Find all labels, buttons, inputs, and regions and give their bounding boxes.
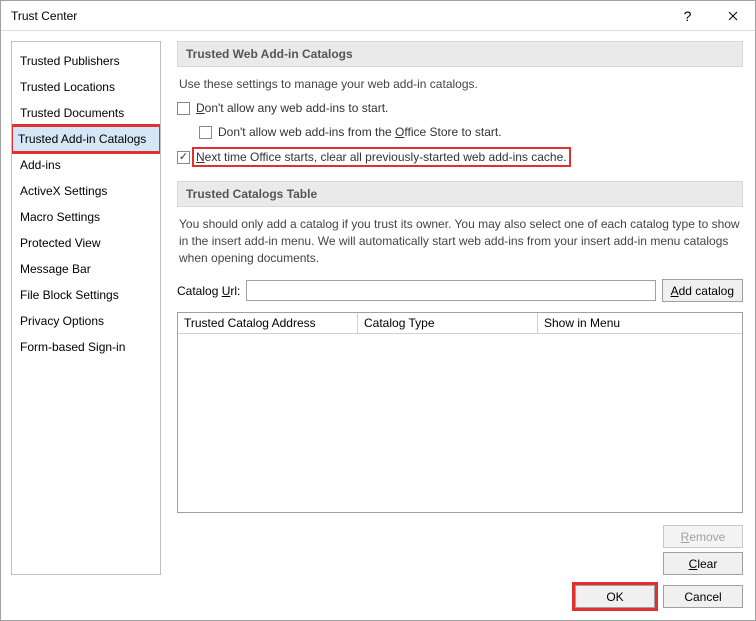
table-side-buttons: Remove Clear xyxy=(177,525,743,575)
help-button[interactable]: ? xyxy=(665,1,710,31)
close-button[interactable] xyxy=(710,1,755,31)
catalog-table: Trusted Catalog Address Catalog Type Sho… xyxy=(177,312,743,513)
catalog-url-input[interactable] xyxy=(246,280,655,301)
checkbox-dont-allow[interactable] xyxy=(177,102,190,115)
sidebar-item-form-based-sign-in[interactable]: Form-based Sign-in xyxy=(12,334,160,360)
checkbox-clear-cache[interactable] xyxy=(177,151,190,164)
section-description: Use these settings to manage your web ad… xyxy=(177,73,743,93)
add-catalog-button[interactable]: Add catalog xyxy=(662,279,743,302)
sidebar-item-trusted-documents[interactable]: Trusted Documents xyxy=(12,100,160,126)
column-header-menu[interactable]: Show in Menu xyxy=(538,313,742,333)
sidebar-item-trusted-publishers[interactable]: Trusted Publishers xyxy=(12,48,160,74)
column-header-address[interactable]: Trusted Catalog Address xyxy=(178,313,358,333)
sidebar-item-trusted-locations[interactable]: Trusted Locations xyxy=(12,74,160,100)
catalog-url-label: Catalog Url: xyxy=(177,284,240,298)
cancel-button[interactable]: Cancel xyxy=(663,585,743,608)
checkbox-office-store[interactable] xyxy=(199,126,212,139)
dialog-body: Trusted PublishersTrusted LocationsTrust… xyxy=(1,31,755,620)
content-panel: Trusted Web Add-in Catalogs Use these se… xyxy=(177,41,743,575)
footer-buttons: OK Cancel xyxy=(11,575,743,608)
sidebar-item-message-bar[interactable]: Message Bar xyxy=(12,256,160,282)
checkbox-label-clear-cache: Next time Office starts, clear all previ… xyxy=(194,149,569,165)
sidebar-item-trusted-add-in-catalogs[interactable]: Trusted Add-in Catalogs xyxy=(12,126,160,152)
main-row: Trusted PublishersTrusted LocationsTrust… xyxy=(11,41,743,575)
remove-button: Remove xyxy=(663,525,743,548)
checkbox-row-clear-cache[interactable]: Next time Office starts, clear all previ… xyxy=(177,147,743,167)
catalog-url-row: Catalog Url: Add catalog xyxy=(177,279,743,302)
sidebar-item-activex-settings[interactable]: ActiveX Settings xyxy=(12,178,160,204)
checkbox-row-dont-allow[interactable]: Don't allow any web add-ins to start. xyxy=(177,99,743,117)
sidebar: Trusted PublishersTrusted LocationsTrust… xyxy=(11,41,161,575)
sidebar-item-protected-view[interactable]: Protected View xyxy=(12,230,160,256)
sidebar-item-macro-settings[interactable]: Macro Settings xyxy=(12,204,160,230)
column-header-type[interactable]: Catalog Type xyxy=(358,313,538,333)
section-help-text: You should only add a catalog if you tru… xyxy=(177,213,743,269)
trust-center-window: Trust Center ? Trusted PublishersTrusted… xyxy=(0,0,756,621)
checkbox-label-dont-allow: Don't allow any web add-ins to start. xyxy=(196,101,388,115)
titlebar: Trust Center ? xyxy=(1,1,755,31)
table-body[interactable] xyxy=(178,334,742,512)
window-title: Trust Center xyxy=(11,9,665,23)
close-icon xyxy=(728,11,738,21)
table-header-row: Trusted Catalog Address Catalog Type Sho… xyxy=(178,313,742,334)
sidebar-item-add-ins[interactable]: Add-ins xyxy=(12,152,160,178)
checkbox-row-office-store[interactable]: Don't allow web add-ins from the Office … xyxy=(199,123,743,141)
clear-button[interactable]: Clear xyxy=(663,552,743,575)
sidebar-item-privacy-options[interactable]: Privacy Options xyxy=(12,308,160,334)
ok-button[interactable]: OK xyxy=(575,585,655,608)
section-header-table: Trusted Catalogs Table xyxy=(177,181,743,207)
checkbox-label-office-store: Don't allow web add-ins from the Office … xyxy=(218,125,502,139)
section-header-catalogs: Trusted Web Add-in Catalogs xyxy=(177,41,743,67)
sidebar-item-file-block-settings[interactable]: File Block Settings xyxy=(12,282,160,308)
